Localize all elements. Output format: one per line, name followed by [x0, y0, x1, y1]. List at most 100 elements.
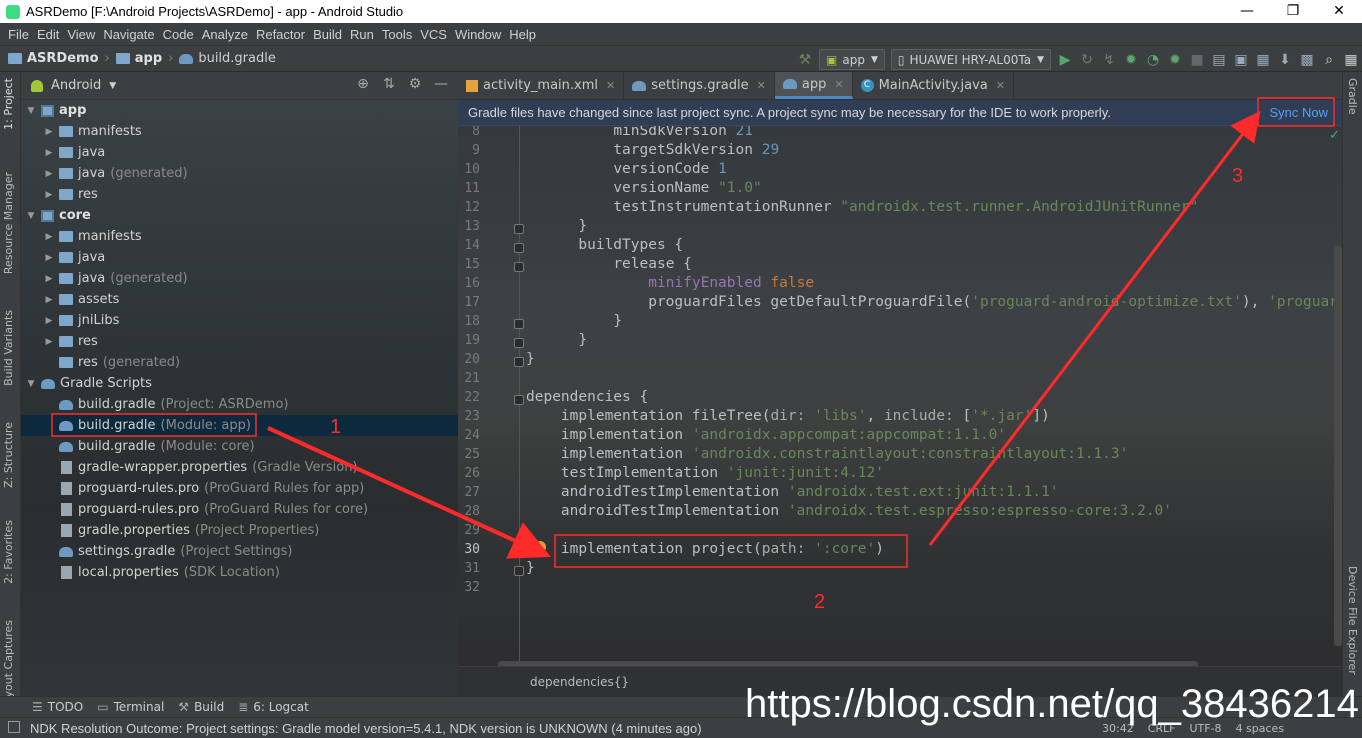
sdk-manager-icon[interactable]: ⬇: [1274, 49, 1296, 71]
menu-view[interactable]: View: [63, 27, 99, 42]
tool-windows-icon[interactable]: [8, 721, 20, 733]
tab-device-file-explorer[interactable]: Device File Explorer: [1346, 566, 1359, 675]
tab-terminal[interactable]: ▭ Terminal: [97, 700, 164, 714]
tab-todo[interactable]: ☰ TODO: [32, 700, 83, 714]
project-folder-icon: [8, 53, 22, 64]
fold-marker-icon[interactable]: [514, 319, 524, 329]
tree-item[interactable]: proguard-rules.pro (ProGuard Rules for co…: [21, 499, 458, 520]
sync-project-icon[interactable]: ▤: [1208, 49, 1230, 71]
tree-item[interactable]: ▶ manifests: [21, 121, 458, 142]
crumb-project[interactable]: ASRDemo: [27, 51, 99, 66]
tab-structure[interactable]: Z: Structure: [2, 422, 15, 488]
stop-icon[interactable]: ■: [1186, 49, 1208, 71]
menu-analyze[interactable]: Analyze: [198, 27, 252, 42]
menu-build[interactable]: Build: [309, 27, 346, 42]
attach-debugger-icon[interactable]: ✹: [1164, 49, 1186, 71]
tab-favorites[interactable]: 2: Favorites: [2, 520, 15, 584]
fold-marker-icon[interactable]: [514, 243, 524, 253]
gear-icon[interactable]: ⚙: [402, 76, 428, 92]
close-icon[interactable]: ✕: [606, 79, 615, 92]
menu-edit[interactable]: Edit: [33, 27, 63, 42]
tab-app-gradle[interactable]: app ✕: [774, 72, 853, 99]
fold-marker-icon[interactable]: [514, 338, 524, 348]
tab-gradle[interactable]: Gradle: [1346, 78, 1359, 115]
tree-item[interactable]: ▼ app: [21, 100, 458, 121]
close-icon[interactable]: ✕: [757, 79, 766, 92]
tree-item[interactable]: ▶ java (generated): [21, 163, 458, 184]
tree-item[interactable]: settings.gradle (Project Settings): [21, 541, 458, 562]
profile-icon[interactable]: ◔: [1142, 49, 1164, 71]
code-editor[interactable]: ✓ 8 9 10 11 12 13 14 15 16 17 18 19 20 2…: [458, 126, 1342, 666]
tab-settings-gradle[interactable]: settings.gradle ✕: [624, 72, 775, 99]
crumb-file[interactable]: build.gradle: [198, 51, 276, 66]
debug-icon[interactable]: ✹: [1120, 49, 1142, 71]
avd-manager-icon[interactable]: ▦: [1252, 49, 1274, 71]
menu-code[interactable]: Code: [159, 27, 198, 42]
locate-icon[interactable]: ⊕: [350, 76, 376, 92]
tree-item[interactable]: ▼ core: [21, 205, 458, 226]
tree-item[interactable]: ▼ Gradle Scripts: [21, 373, 458, 394]
collapse-all-icon[interactable]: ⇅: [376, 76, 402, 92]
tab-resource-manager[interactable]: Resource Manager: [2, 172, 15, 274]
tree-item-selected[interactable]: build.gradle (Module: app): [21, 415, 458, 436]
hammer-icon[interactable]: ⚒: [794, 49, 816, 71]
project-structure-icon[interactable]: ▣: [1230, 49, 1252, 71]
collapsed-arrow-icon: ▶: [45, 294, 53, 305]
fold-marker-icon[interactable]: [514, 357, 524, 367]
close-icon[interactable]: ✕: [996, 79, 1005, 92]
maximize-button[interactable]: ❐: [1270, 0, 1316, 23]
menu-file[interactable]: File: [4, 27, 33, 42]
tree-item[interactable]: proguard-rules.pro (ProGuard Rules for ap…: [21, 478, 458, 499]
tree-item[interactable]: ▶ res: [21, 331, 458, 352]
menu-window[interactable]: Window: [451, 27, 505, 42]
hide-icon[interactable]: —: [428, 76, 454, 92]
close-button[interactable]: ✕: [1316, 0, 1362, 23]
tree-item[interactable]: ▶ manifests: [21, 226, 458, 247]
tree-item[interactable]: ▶ jniLibs: [21, 310, 458, 331]
menu-help[interactable]: Help: [505, 27, 540, 42]
menu-vcs[interactable]: VCS: [416, 27, 451, 42]
run-icon[interactable]: ▶: [1054, 49, 1076, 71]
menu-refactor[interactable]: Refactor: [252, 27, 309, 42]
tab-project[interactable]: 1: Project: [2, 78, 15, 130]
tab-logcat[interactable]: ≣ 6: Logcat: [238, 700, 309, 714]
search-icon[interactable]: ⌕: [1318, 49, 1340, 71]
menu-navigate[interactable]: Navigate: [99, 27, 158, 42]
project-view-select[interactable]: Android ▼: [31, 78, 116, 93]
tree-item[interactable]: ▶ java: [21, 247, 458, 268]
minimize-button[interactable]: —: [1224, 0, 1270, 23]
rerun-icon[interactable]: ↻: [1076, 49, 1098, 71]
menu-run[interactable]: Run: [346, 27, 378, 42]
tree-item[interactable]: res (generated): [21, 352, 458, 373]
tree-item[interactable]: ▶ res: [21, 184, 458, 205]
run-config-select[interactable]: ▣ app ▼: [819, 49, 885, 70]
close-icon[interactable]: ✕: [834, 78, 843, 91]
tree-item[interactable]: ▶ java: [21, 142, 458, 163]
fold-marker-icon[interactable]: [514, 262, 524, 272]
fold-marker-icon[interactable]: [514, 224, 524, 234]
tree-item[interactable]: ▶ assets: [21, 289, 458, 310]
tree-item[interactable]: build.gradle (Project: ASRDemo): [21, 394, 458, 415]
tab-main-activity[interactable]: C MainActivity.java ✕: [853, 72, 1014, 99]
vertical-scrollbar[interactable]: [1334, 246, 1342, 646]
code-line: implementation 'androidx.constraintlayou…: [560, 446, 1129, 462]
settings-icon[interactable]: ▦: [1340, 49, 1362, 71]
layout-inspector-icon[interactable]: ▩: [1296, 49, 1318, 71]
device-select[interactable]: ▯ HUAWEI HRY-AL00Ta ▼: [890, 49, 1051, 70]
menu-tools[interactable]: Tools: [378, 27, 416, 42]
tab-build-variants[interactable]: Build Variants: [2, 310, 15, 386]
crumb-module[interactable]: app: [135, 51, 162, 66]
line-number: 21: [464, 371, 480, 386]
fold-marker-icon[interactable]: [514, 566, 524, 576]
tree-item[interactable]: gradle-wrapper.properties (Gradle Version…: [21, 457, 458, 478]
apply-changes-icon[interactable]: ↯: [1098, 49, 1120, 71]
tree-item[interactable]: gradle.properties (Project Properties): [21, 520, 458, 541]
tree-item[interactable]: local.properties (SDK Location): [21, 562, 458, 583]
fold-marker-icon[interactable]: [514, 395, 524, 405]
tree-item[interactable]: ▶ java (generated): [21, 268, 458, 289]
tree-item[interactable]: build.gradle (Module: core): [21, 436, 458, 457]
breadcrumb-item[interactable]: dependencies{}: [530, 675, 629, 689]
tab-activity-main-xml[interactable]: activity_main.xml ✕: [458, 72, 625, 99]
tab-build[interactable]: ⚒ Build: [178, 700, 224, 714]
sync-now-link[interactable]: Sync Now: [1269, 105, 1328, 120]
